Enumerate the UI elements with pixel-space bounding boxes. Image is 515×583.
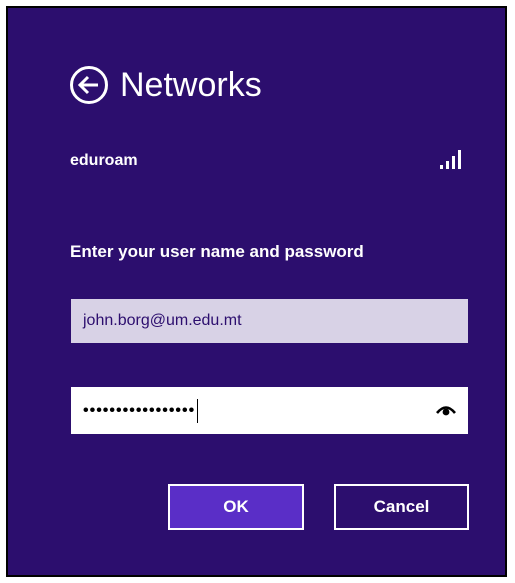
username-value: john.borg@um.edu.mt <box>83 312 242 329</box>
network-login-panel: Networks eduroam Enter your user name an… <box>6 6 507 577</box>
password-field[interactable]: ••••••••••••••••• <box>71 387 468 434</box>
ok-button[interactable]: OK <box>168 484 304 530</box>
credentials-prompt: Enter your user name and password <box>70 242 364 261</box>
header: Networks <box>70 60 262 110</box>
back-arrow-icon[interactable] <box>70 66 108 104</box>
wifi-signal-icon <box>440 150 461 169</box>
reveal-password-icon[interactable] <box>436 400 456 420</box>
network-name: eduroam <box>70 152 138 169</box>
page-title: Networks <box>120 65 262 104</box>
cancel-button[interactable]: Cancel <box>334 484 469 530</box>
username-field[interactable]: john.borg@um.edu.mt <box>71 299 468 343</box>
password-mask: ••••••••••••••••• <box>83 401 196 419</box>
back-arrow-glyph <box>78 75 98 95</box>
text-caret <box>197 398 199 423</box>
